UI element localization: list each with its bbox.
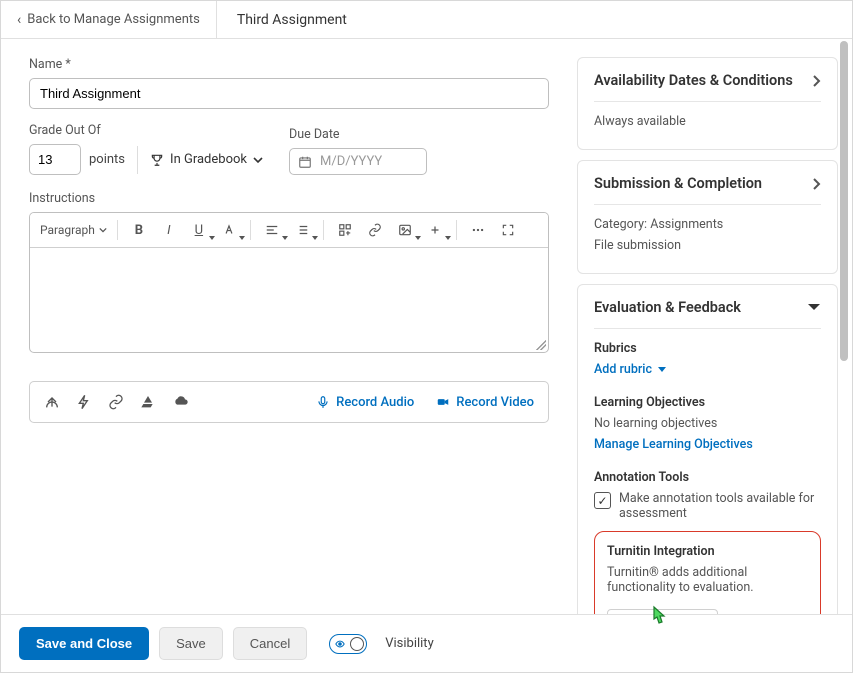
chevron-left-icon: ‹ [17, 12, 21, 28]
bold-button[interactable]: B [126, 217, 152, 243]
submission-type: File submission [594, 238, 821, 253]
toggle-knob [350, 637, 364, 651]
points-label: points [89, 152, 125, 167]
editor-toolbar: Paragraph B I U [30, 213, 548, 248]
plus-button[interactable] [422, 217, 448, 243]
scroll-thumb[interactable] [840, 41, 848, 361]
name-label: Name [29, 57, 549, 72]
visibility-toggle[interactable] [329, 634, 367, 654]
link-button[interactable] [362, 217, 388, 243]
chevron-right-icon [811, 177, 821, 191]
page-title: Third Assignment [217, 12, 367, 28]
editor-textarea[interactable] [30, 248, 548, 352]
italic-button[interactable]: I [156, 217, 182, 243]
list-button[interactable] [289, 217, 315, 243]
visibility-label: Visibility [385, 636, 434, 651]
due-placeholder: M/D/YYYY [320, 154, 382, 169]
google-drive-icon[interactable] [140, 394, 156, 410]
due-label: Due Date [289, 127, 427, 142]
attach-link-icon[interactable] [108, 394, 124, 410]
rubrics-label: Rubrics [594, 341, 821, 356]
caret-down-icon [807, 303, 821, 313]
availability-header[interactable]: Availability Dates & Conditions [594, 72, 821, 102]
submission-panel: Submission & Completion Category: Assign… [577, 160, 838, 274]
gradebook-text: In Gradebook [170, 152, 247, 167]
cancel-button[interactable]: Cancel [233, 627, 307, 660]
scrollbar[interactable] [838, 41, 850, 612]
underline-button[interactable]: U [186, 217, 212, 243]
availability-status: Always available [594, 114, 821, 129]
quicklink-icon[interactable] [76, 394, 92, 410]
turnitin-label: Turnitin Integration [607, 544, 808, 559]
chevron-down-icon [253, 155, 263, 165]
record-audio-link[interactable]: Record Audio [316, 395, 414, 410]
toolbar-separator [456, 220, 457, 240]
record-video-text: Record Video [456, 395, 534, 410]
trophy-icon [150, 153, 164, 167]
paragraph-label: Paragraph [40, 223, 95, 237]
back-link[interactable]: ‹ Back to Manage Assignments [1, 1, 217, 38]
paragraph-dropdown[interactable]: Paragraph [38, 219, 109, 241]
evaluation-title: Evaluation & Feedback [594, 299, 741, 316]
record-video-link[interactable]: Record Video [436, 395, 534, 410]
eye-icon [334, 639, 346, 649]
evaluation-header[interactable]: Evaluation & Feedback [594, 299, 821, 329]
availability-panel: Availability Dates & Conditions Always a… [577, 57, 838, 150]
image-button[interactable] [392, 217, 418, 243]
align-button[interactable] [259, 217, 285, 243]
turnitin-desc: Turnitin® adds additional functionality … [607, 565, 808, 595]
toolbar-separator [323, 220, 324, 240]
footer-bar: Save and Close Save Cancel Visibility [1, 614, 852, 672]
name-input[interactable] [29, 78, 549, 109]
rich-text-editor: Paragraph B I U [29, 212, 549, 353]
turnitin-section: Turnitin Integration Turnitin® adds addi… [594, 531, 821, 614]
learning-objectives-status: No learning objectives [594, 416, 821, 431]
annotation-checkbox[interactable]: ✓ [594, 492, 611, 509]
grade-input[interactable] [29, 144, 81, 175]
record-audio-text: Record Audio [336, 395, 414, 410]
grade-label: Grade Out Of [29, 123, 263, 138]
divider [137, 146, 138, 174]
font-color-button[interactable] [216, 217, 242, 243]
annotation-check-label: Make annotation tools available for asse… [619, 491, 821, 521]
save-button[interactable]: Save [159, 627, 223, 660]
evaluation-panel: Evaluation & Feedback Rubrics Add rubric… [577, 284, 838, 614]
manage-learning-objectives-link[interactable]: Manage Learning Objectives [594, 437, 821, 452]
instructions-label: Instructions [29, 191, 549, 206]
due-date-input[interactable]: M/D/YYYY [289, 148, 427, 175]
onedrive-icon[interactable] [172, 394, 190, 410]
main-form: Name Grade Out Of points In Gradebook [11, 57, 567, 604]
chevron-right-icon [811, 74, 821, 88]
learning-objectives-label: Learning Objectives [594, 395, 821, 410]
submission-title: Submission & Completion [594, 175, 762, 192]
annotation-label: Annotation Tools [594, 470, 821, 485]
submission-category: Category: Assignments [594, 217, 821, 232]
calendar-icon [298, 155, 312, 169]
add-rubric-link[interactable]: Add rubric [594, 362, 821, 377]
more-button[interactable] [465, 217, 491, 243]
back-label: Back to Manage Assignments [27, 12, 200, 27]
submission-header[interactable]: Submission & Completion [594, 175, 821, 205]
save-and-close-button[interactable]: Save and Close [19, 627, 149, 660]
attachment-bar: Record Audio Record Video [29, 381, 549, 423]
availability-title: Availability Dates & Conditions [594, 72, 793, 89]
header-bar: ‹ Back to Manage Assignments Third Assig… [1, 1, 852, 39]
insert-stuff-button[interactable] [332, 217, 358, 243]
fullscreen-button[interactable] [495, 217, 521, 243]
toolbar-separator [117, 220, 118, 240]
gradebook-dropdown[interactable]: In Gradebook [150, 152, 263, 167]
side-panels: Availability Dates & Conditions Always a… [577, 57, 842, 604]
toolbar-separator [250, 220, 251, 240]
upload-icon[interactable] [44, 394, 60, 410]
